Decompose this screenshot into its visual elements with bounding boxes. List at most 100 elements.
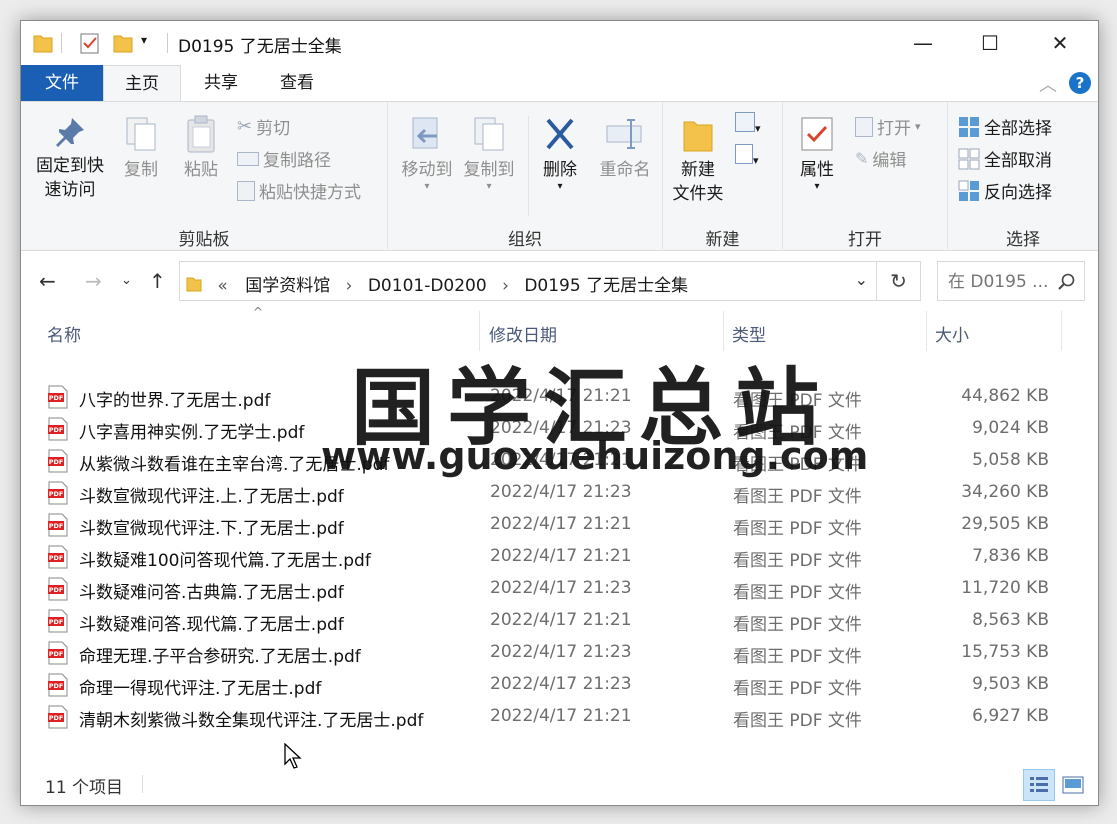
file-row[interactable]: PDF 斗数疑难问答.现代篇.了无居士.pdf 2022/4/17 21:21 看图王… [47, 605, 1077, 637]
file-row[interactable]: PDF 斗数疑难问答.古典篇.了无居士.pdf 2022/4/17 21:23 看图王… [47, 573, 1077, 605]
file-type: 看图王 PDF 文件 [733, 647, 862, 667]
cut-button[interactable]: ✂ 剪切 [237, 114, 290, 139]
file-row[interactable]: PDF 八字的世界.了无居士.pdf 2022/4/17 21:21 看图王 PDF … [47, 381, 1077, 413]
file-row[interactable]: PDF 清朝木刻紫微斗数全集现代评注.了无居士.pdf 2022/4/17 21:2… [47, 701, 1077, 733]
file-row[interactable]: PDF 斗数疑难100问答现代篇.了无居士.pdf 2022/4/17 21:21 看… [47, 541, 1077, 573]
tab-share[interactable]: 共享 [183, 65, 259, 101]
up-arrow-icon[interactable]: ↑ [149, 269, 166, 293]
chevron-down-icon: ▾ [557, 181, 563, 192]
easy-access-icon [735, 144, 753, 164]
open-group-label: 打开 [848, 230, 882, 250]
rename-button[interactable]: 重命名 [592, 114, 658, 182]
new-folder-icon[interactable] [113, 31, 133, 55]
paste-button[interactable]: 粘贴 [173, 114, 229, 182]
file-name: 斗数疑难100问答现代篇.了无居士.pdf [79, 551, 371, 571]
details-view-button[interactable] [1023, 769, 1055, 801]
invert-selection-button[interactable]: 反向选择 [958, 178, 1052, 203]
paste-shortcut-icon [237, 180, 255, 201]
breadcrumb-separator-icon[interactable]: › [502, 276, 509, 296]
pdf-file-icon: PDF [48, 417, 68, 441]
column-divider[interactable] [723, 311, 724, 351]
pin-quick-access-button[interactable]: 固定到快 速访问 [29, 114, 111, 202]
properties-icon[interactable] [79, 31, 101, 55]
pin-label-line1: 固定到快 [36, 156, 104, 176]
file-row[interactable]: PDF 八字喜用神实例.了无学士.pdf 2022/4/17 21:23 看图王 PD… [47, 413, 1077, 445]
overflow-chevron-icon[interactable]: « [217, 276, 227, 296]
window-title: D0195 了无居士全集 [178, 37, 342, 57]
paste-shortcut-button[interactable]: 粘贴快捷方式 [237, 178, 361, 203]
column-divider[interactable] [1061, 311, 1062, 351]
new-item-button[interactable]: ▾ [735, 112, 761, 136]
open-button[interactable]: 打开 ▾ [855, 114, 921, 139]
file-row[interactable]: PDF 命理一得现代评注.了无居士.pdf 2022/4/17 21:23 看图王 P… [47, 669, 1077, 701]
delete-button[interactable]: 删除 ▾ [534, 114, 586, 192]
collapse-ribbon-icon[interactable]: ︿ [1039, 71, 1057, 97]
close-button[interactable]: ✕ [1027, 21, 1093, 65]
select-none-button[interactable]: 全部取消 [958, 146, 1052, 171]
file-row[interactable]: PDF 从紫微斗数看谁在主宰台湾.了无居士.pdf 2022/4/17 21:21 看… [47, 445, 1077, 477]
column-divider[interactable] [479, 311, 480, 351]
rename-icon [606, 119, 642, 149]
search-icon [1058, 273, 1075, 290]
copy-to-button[interactable]: 复制到 ▾ [456, 114, 522, 192]
refresh-icon[interactable]: ↻ [877, 261, 921, 301]
file-name: 斗数宣微现代评注.上.了无居士.pdf [79, 487, 344, 507]
tab-file[interactable]: 文件 [21, 65, 103, 101]
chevron-down-icon: ▾ [755, 122, 761, 135]
address-bar[interactable]: « 国学资料馆 › D0101-D0200 › D0195 了无居士全集 ⌄ [179, 261, 877, 301]
search-box[interactable] [937, 261, 1085, 301]
file-row[interactable]: PDF 斗数宣微现代评注.上.了无居士.pdf 2022/4/17 21:23 看图王… [47, 477, 1077, 509]
svg-text:PDF: PDF [49, 682, 64, 690]
breadcrumb-item[interactable]: 国学资料馆 [245, 276, 330, 296]
search-input[interactable] [946, 271, 1056, 293]
column-date[interactable]: 修改日期 [489, 321, 557, 346]
file-list: ^ 名称 修改日期 类型 大小 PDF 八字的世界.了无居士.pdf 2022/4/… [21, 305, 1098, 761]
help-icon[interactable]: ? [1069, 72, 1091, 94]
breadcrumb-item[interactable]: D0195 了无居士全集 [524, 276, 688, 296]
column-name[interactable]: 名称 [47, 321, 81, 346]
svg-text:PDF: PDF [49, 522, 64, 530]
customize-quick-access-dropdown[interactable]: ▾ [141, 33, 147, 47]
edit-button[interactable]: ✎ 编辑 [855, 146, 906, 171]
copy-path-button[interactable]: 复制路径 [237, 146, 331, 171]
breadcrumb-item[interactable]: D0101-D0200 [368, 276, 487, 296]
delete-label: 删除 [543, 160, 577, 180]
tab-view[interactable]: 查看 [259, 65, 335, 101]
file-size: 44,862 KB [961, 386, 1049, 406]
copy-icon [126, 117, 156, 151]
maximize-button[interactable]: ☐ [957, 21, 1023, 65]
address-dropdown-icon[interactable]: ⌄ [855, 270, 868, 289]
tab-home[interactable]: 主页 [103, 65, 181, 101]
properties-button[interactable]: 属性 ▾ [789, 114, 845, 192]
recent-locations-chevron-icon[interactable]: ⌄ [121, 273, 132, 288]
large-icons-view-button[interactable] [1057, 769, 1089, 801]
copy-button[interactable]: 复制 [113, 114, 169, 182]
back-arrow-icon[interactable]: ← [39, 269, 56, 293]
file-size: 6,927 KB [972, 706, 1049, 726]
easy-access-button[interactable]: ▾ [735, 144, 759, 168]
svg-text:PDF: PDF [49, 618, 64, 626]
file-type: 看图王 PDF 文件 [733, 455, 862, 475]
move-to-icon [412, 117, 438, 149]
explorer-window: ▾ D0195 了无居士全集 — ☐ ✕ 文件 主页 共享 查看 ︿ ? 固定到… [20, 20, 1099, 806]
cut-label: 剪切 [256, 119, 291, 139]
column-size[interactable]: 大小 [935, 321, 969, 346]
column-type[interactable]: 类型 [732, 321, 766, 346]
file-type: 看图王 PDF 文件 [733, 615, 862, 635]
copy-to-label: 复制到 [463, 160, 515, 180]
open-label: 打开 [877, 119, 911, 139]
column-divider[interactable] [926, 311, 927, 351]
svg-text:PDF: PDF [49, 714, 64, 722]
select-all-button[interactable]: 全部选择 [958, 114, 1052, 139]
file-row[interactable]: PDF 斗数宣微现代评注.下.了无居士.pdf 2022/4/17 21:21 看图王… [47, 509, 1077, 541]
pdf-file-icon: PDF [48, 545, 68, 569]
breadcrumb-separator-icon[interactable]: › [346, 276, 353, 296]
move-to-button[interactable]: 移动到 ▾ [394, 114, 460, 192]
file-row[interactable]: PDF 命理无理.子平合参研究.了无居士.pdf 2022/4/17 21:23 看图… [47, 637, 1077, 669]
new-folder-button[interactable]: 新建 文件夹 [667, 114, 729, 206]
minimize-button[interactable]: — [890, 21, 956, 65]
file-size: 5,058 KB [972, 450, 1049, 470]
forward-arrow-icon[interactable]: → [85, 269, 102, 293]
navigation-bar: ← → ⌄ ↑ « 国学资料馆 › D0101-D0200 › D0195 了无… [21, 251, 1098, 311]
properties-icon [801, 117, 833, 151]
